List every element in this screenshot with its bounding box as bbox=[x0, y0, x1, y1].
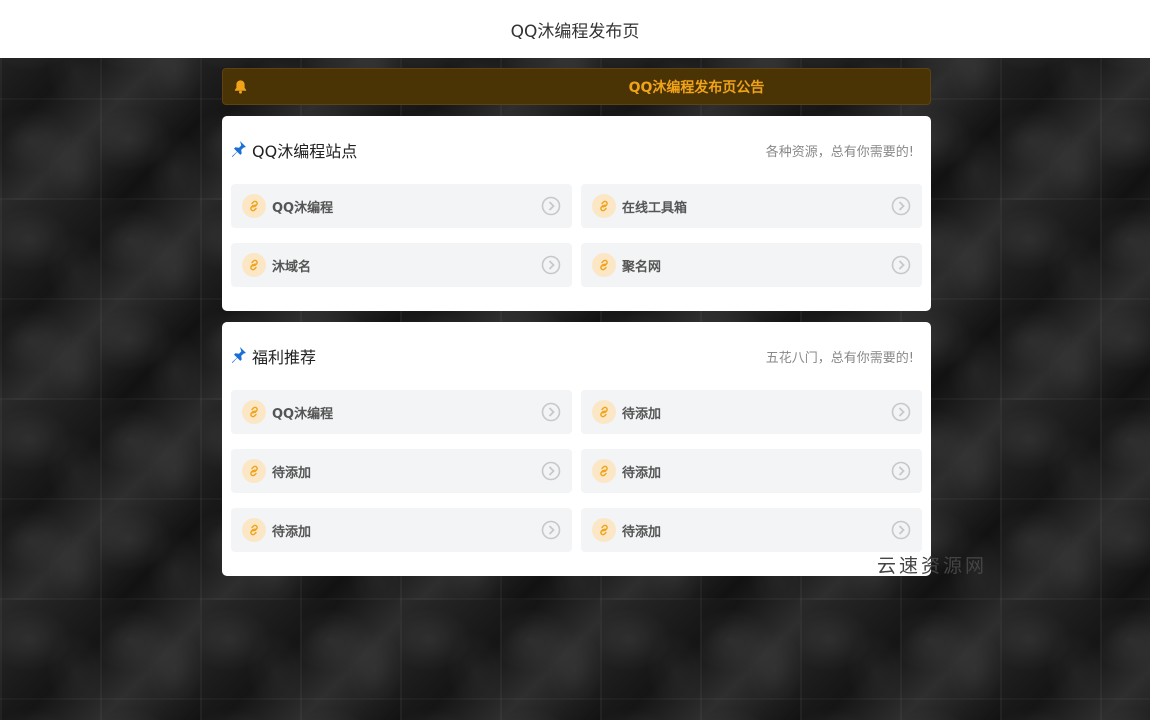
link-label: 待添加 bbox=[622, 524, 662, 540]
link-icon bbox=[592, 400, 616, 424]
link-label: QQ沐编程 bbox=[272, 200, 334, 216]
watermark-text: 云速资源网 bbox=[877, 555, 988, 577]
chevron-right-circle-icon bbox=[891, 255, 911, 275]
chevron-right-circle-icon bbox=[891, 402, 911, 422]
chevron-right-circle-icon bbox=[541, 461, 561, 481]
page-title: QQ沐编程发布页 bbox=[510, 21, 640, 42]
section-title: 福利推荐 bbox=[252, 348, 317, 367]
link-label: 待添加 bbox=[622, 465, 662, 481]
link-label: 待添加 bbox=[622, 406, 662, 422]
section-benefits: 福利推荐 五花八门，总有你需要的! QQ沐编程 待添加 待添加 待添加 待添加 … bbox=[222, 322, 931, 576]
chevron-right-circle-icon bbox=[541, 255, 561, 275]
link-item-placeholder[interactable]: 待添加 bbox=[581, 449, 922, 493]
link-icon bbox=[242, 194, 266, 218]
chevron-right-circle-icon bbox=[891, 520, 911, 540]
link-label: 沐域名 bbox=[272, 259, 312, 275]
link-item-placeholder[interactable]: 待添加 bbox=[581, 390, 922, 434]
chevron-right-circle-icon bbox=[891, 461, 911, 481]
main-content: QQ沐编程发布页公告 QQ沐编程站点 各种资源，总有你需要的! QQ沐编程 在线… bbox=[222, 68, 931, 576]
pushpin-icon bbox=[231, 141, 246, 157]
section-sites: QQ沐编程站点 各种资源，总有你需要的! QQ沐编程 在线工具箱 沐域名 聚名网 bbox=[222, 116, 931, 311]
link-label: 在线工具箱 bbox=[622, 200, 688, 216]
link-icon bbox=[592, 253, 616, 277]
bell-icon bbox=[234, 80, 247, 94]
pushpin-icon bbox=[231, 347, 246, 363]
link-label: 聚名网 bbox=[622, 259, 662, 275]
chevron-right-circle-icon bbox=[541, 196, 561, 216]
link-item-placeholder[interactable]: 待添加 bbox=[581, 508, 922, 552]
chevron-right-circle-icon bbox=[541, 402, 561, 422]
chevron-right-circle-icon bbox=[891, 196, 911, 216]
link-label: 待添加 bbox=[272, 465, 312, 481]
link-item-mu-domain[interactable]: 沐域名 bbox=[231, 243, 572, 287]
link-item-placeholder[interactable]: 待添加 bbox=[231, 508, 572, 552]
announcement-bar: QQ沐编程发布页公告 bbox=[222, 68, 931, 105]
link-icon bbox=[242, 253, 266, 277]
link-icon bbox=[242, 518, 266, 542]
link-item-placeholder[interactable]: 待添加 bbox=[231, 449, 572, 493]
link-label: QQ沐编程 bbox=[272, 406, 334, 422]
link-item-online-toolbox[interactable]: 在线工具箱 bbox=[581, 184, 922, 228]
link-item-qqmu[interactable]: QQ沐编程 bbox=[231, 390, 572, 434]
link-icon bbox=[242, 459, 266, 483]
link-icon bbox=[592, 459, 616, 483]
link-label: 待添加 bbox=[272, 524, 312, 540]
link-icon bbox=[592, 518, 616, 542]
section-title: QQ沐编程站点 bbox=[252, 142, 358, 161]
chevron-right-circle-icon bbox=[541, 520, 561, 540]
section-subtitle: 各种资源，总有你需要的! bbox=[765, 144, 914, 160]
link-icon bbox=[592, 194, 616, 218]
link-item-juming[interactable]: 聚名网 bbox=[581, 243, 922, 287]
link-item-qqmu[interactable]: QQ沐编程 bbox=[231, 184, 572, 228]
announcement-text[interactable]: QQ沐编程发布页公告 bbox=[223, 77, 930, 97]
link-icon bbox=[242, 400, 266, 424]
top-header: QQ沐编程发布页 bbox=[0, 0, 1150, 58]
section-subtitle: 五花八门，总有你需要的! bbox=[765, 350, 914, 366]
